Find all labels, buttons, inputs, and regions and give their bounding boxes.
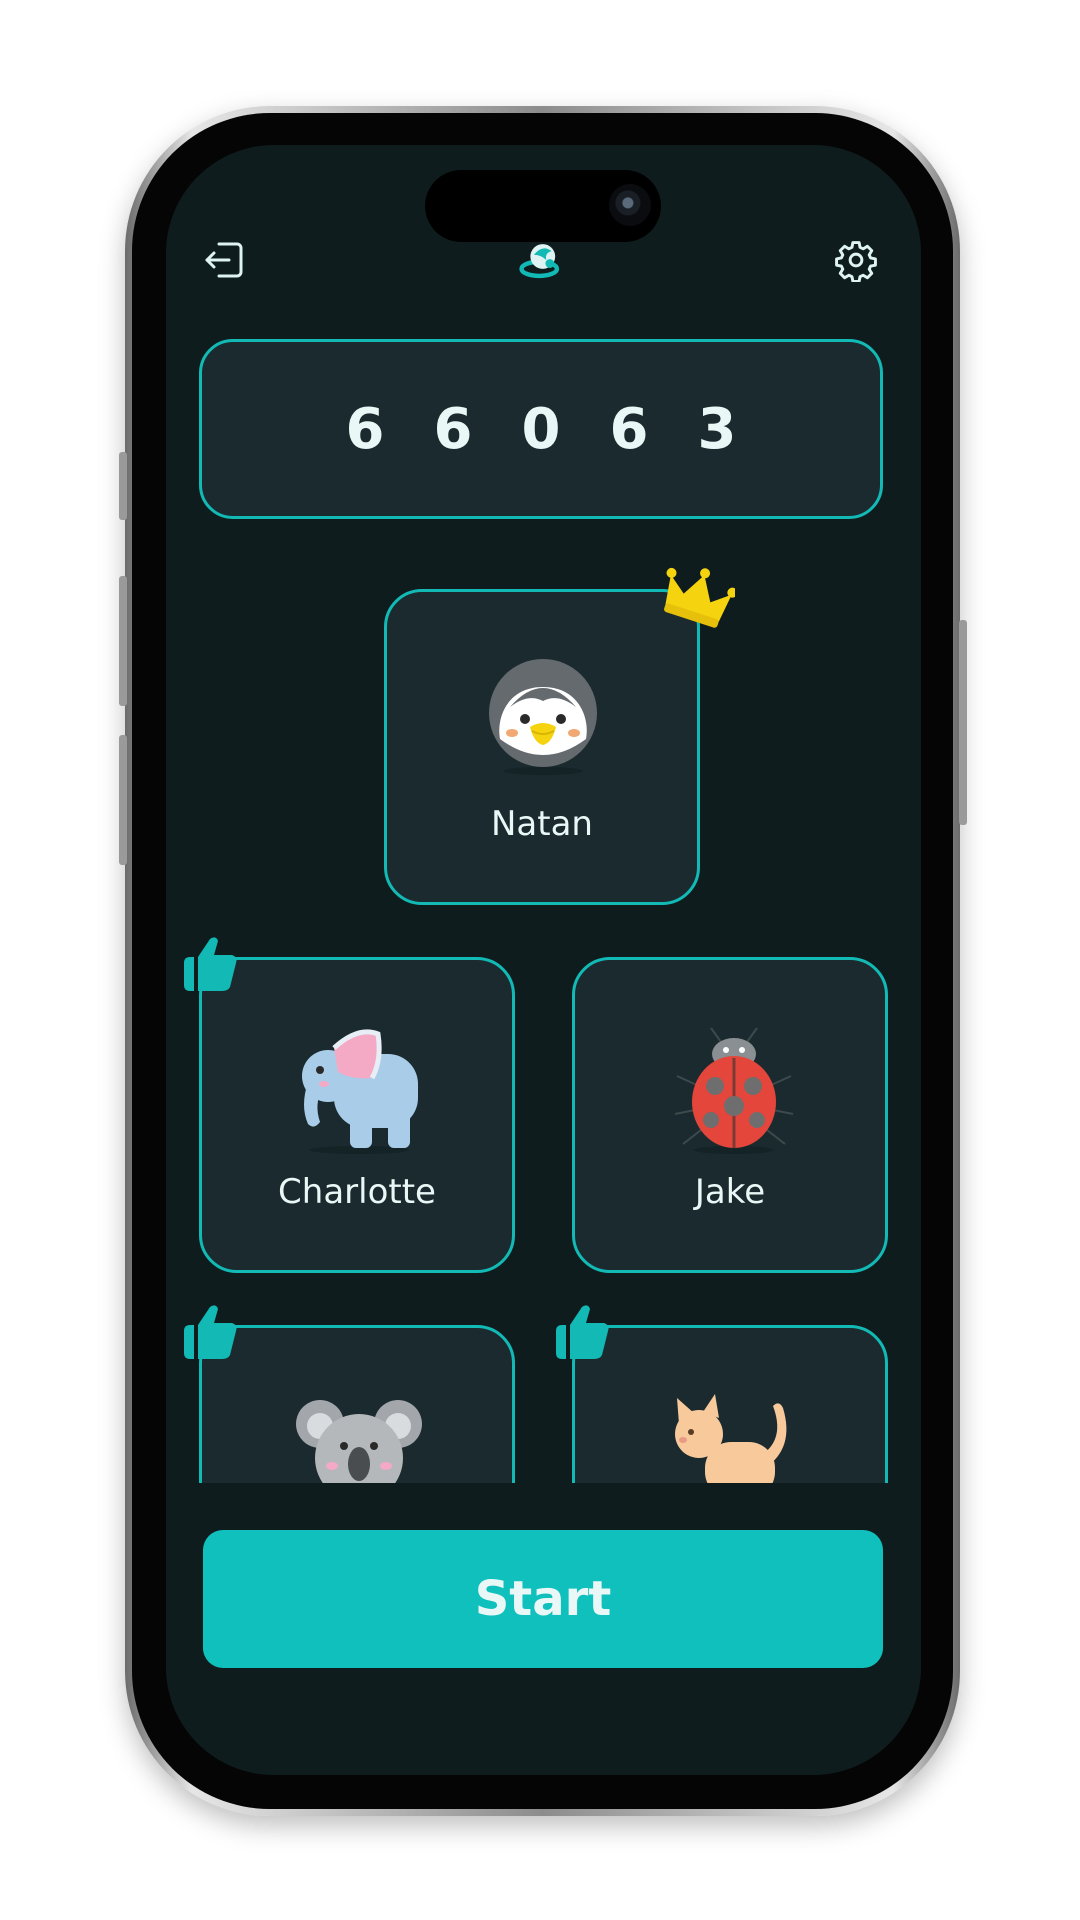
volume-down-button [119, 735, 127, 865]
player-name: Jake [694, 1172, 766, 1212]
app-logo-icon [518, 237, 564, 283]
dynamic-island [425, 170, 661, 242]
room-code-digit: 6 [345, 396, 385, 462]
thumbs-up-icon [180, 933, 240, 1002]
ladybug-avatar [671, 1026, 797, 1161]
elephant-avatar [294, 1026, 424, 1161]
player-card[interactable]: Jake [572, 957, 888, 1273]
app-screen: 6 6 0 6 3 Natan Charlotte Jake Start [166, 145, 921, 1775]
start-button[interactable]: Start [203, 1530, 883, 1668]
room-code-digit: 3 [697, 396, 737, 462]
player-name: Charlotte [278, 1172, 436, 1212]
thumbs-up-icon [180, 1301, 240, 1370]
volume-up-button [119, 576, 127, 706]
gear-icon[interactable] [833, 237, 879, 283]
power-button [959, 620, 967, 825]
action-button [119, 452, 127, 520]
penguin-avatar [488, 657, 598, 782]
host-player-card[interactable]: Natan [384, 589, 700, 905]
thumbs-up-icon [552, 1301, 612, 1370]
room-code-digit: 6 [609, 396, 649, 462]
room-code-digit: 6 [433, 396, 473, 462]
room-code-digit: 0 [521, 396, 561, 462]
crown-icon [659, 562, 738, 639]
player-card[interactable]: Charlotte [199, 957, 515, 1273]
room-code-box: 6 6 0 6 3 [199, 339, 883, 519]
front-camera [609, 184, 651, 226]
exit-icon[interactable] [202, 237, 248, 283]
player-name: Natan [491, 804, 593, 844]
